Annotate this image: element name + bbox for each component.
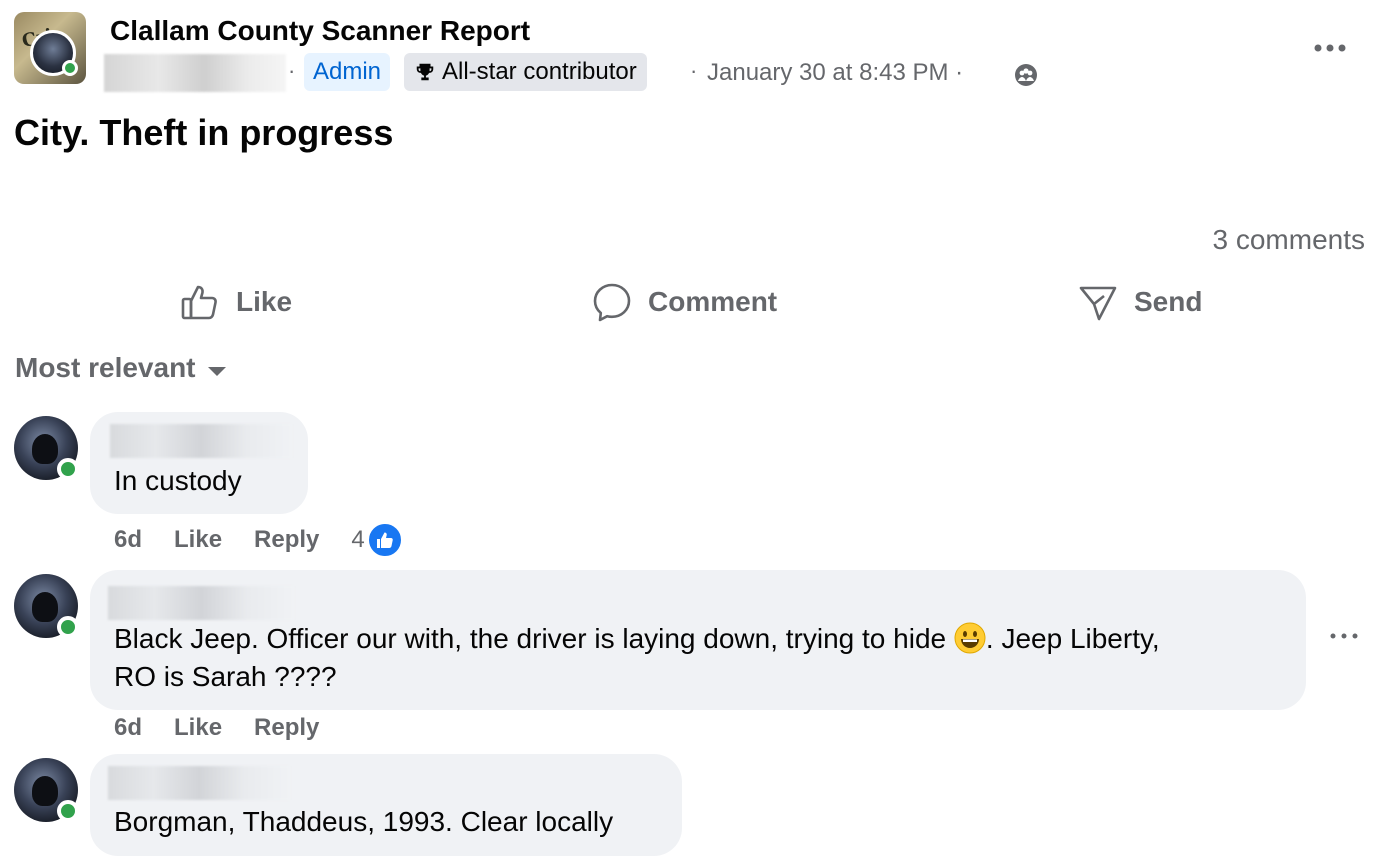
like-reaction-icon [366, 522, 403, 558]
comment-time[interactable]: 6d [114, 714, 142, 742]
meta-separator: · [288, 58, 296, 83]
like-button[interactable]: Like [180, 278, 292, 326]
comment-time[interactable]: 6d [114, 526, 142, 554]
reaction-count: 4 [351, 526, 365, 553]
meta-separator: · [690, 58, 698, 83]
comment-text: Black Jeep. Officer our with, the driver… [114, 622, 1160, 692]
commenter-name-redacted[interactable] [110, 424, 292, 458]
online-status-dot [62, 60, 78, 76]
group-name-link[interactable]: Clallam County Scanner Report [110, 15, 530, 47]
more-options-icon[interactable] [1312, 36, 1348, 60]
comment-bubble: Black Jeep. Officer our with, the driver… [90, 570, 1306, 710]
comment-actions: 6d Like Reply 4 [114, 522, 435, 558]
comment-text: Borgman, Thaddeus, 1993. Clear locally [114, 806, 614, 837]
comment-reply-button[interactable]: Reply [254, 714, 319, 742]
trophy-icon [416, 63, 434, 81]
comment-like-button[interactable]: Like [174, 526, 222, 554]
thumbs-up-icon [181, 285, 217, 320]
caret-down-icon [207, 366, 226, 376]
send-button-label: Send [1134, 286, 1203, 317]
comment-button-label: Comment [648, 286, 778, 317]
comment-bubble: Borgman, Thaddeus, 1993. Clear locally [90, 754, 682, 856]
send-icon [1079, 286, 1117, 321]
online-status-dot [57, 616, 79, 638]
like-button-label: Like [236, 286, 293, 317]
sort-label: Most relevant [15, 352, 196, 383]
online-status-dot [57, 458, 79, 480]
admin-badge[interactable]: Admin [304, 53, 391, 91]
post-timestamp[interactable]: January 30 at 8:43 PM · [707, 59, 963, 87]
commenter-name-redacted[interactable] [108, 586, 294, 620]
comment-reply-button[interactable]: Reply [254, 526, 319, 554]
comment-bubble-icon [593, 283, 631, 322]
comment-reactions[interactable]: 4 [351, 522, 403, 558]
allstar-badge[interactable]: All-star contributor [404, 53, 647, 91]
comment-more-options-icon[interactable] [1328, 626, 1360, 646]
comment-text: In custody [114, 465, 242, 496]
comment-sort-dropdown[interactable]: Most relevant [15, 352, 226, 384]
comment-like-button[interactable]: Like [174, 714, 222, 742]
comments-count-link[interactable]: 3 comments [1213, 224, 1366, 256]
comment-bubble: In custody [90, 412, 308, 514]
post-text: City. Theft in progress [14, 112, 394, 153]
grinning-face-emoji [954, 622, 986, 654]
author-name-redacted[interactable] [104, 54, 286, 92]
comment-actions: 6d Like Reply [114, 714, 351, 742]
commenter-name-redacted[interactable] [108, 766, 290, 800]
online-status-dot [57, 800, 79, 822]
allstar-badge-label: All-star contributor [442, 58, 637, 85]
send-button[interactable]: Send [1078, 278, 1202, 326]
comment-button[interactable]: Comment [592, 278, 777, 326]
privacy-group-icon[interactable] [1014, 63, 1038, 87]
